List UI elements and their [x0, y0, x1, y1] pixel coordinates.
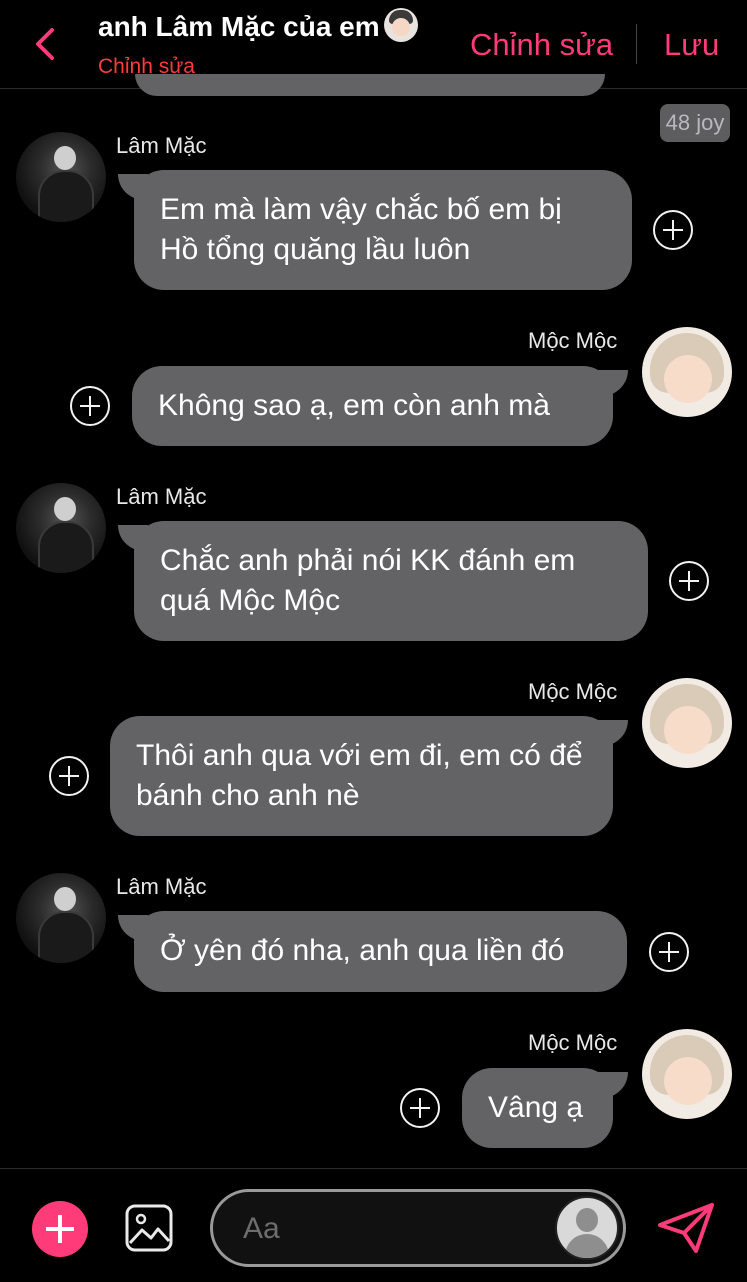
sender-name: Lâm Mặc: [116, 133, 207, 158]
avatar-lam-mac[interactable]: [16, 483, 106, 573]
avatar-lam-mac[interactable]: [16, 873, 106, 963]
avatar-moc-moc[interactable]: [642, 678, 732, 768]
sender-name: Lâm Mặc: [116, 484, 207, 509]
plus-circle-icon[interactable]: [49, 756, 89, 796]
emoji-icon: [383, 8, 418, 42]
save-button[interactable]: Lưu: [664, 27, 719, 63]
message-bubble[interactable]: Không sao ạ, em còn anh mà: [132, 366, 613, 446]
message-input-wrap[interactable]: [210, 1189, 626, 1267]
image-icon[interactable]: [124, 1203, 174, 1253]
message-bubble[interactable]: Vâng ạ: [462, 1068, 613, 1148]
back-chevron-icon[interactable]: [28, 22, 64, 66]
sender-name: Mộc Mộc: [528, 1030, 618, 1055]
add-icon[interactable]: [32, 1201, 88, 1257]
plus-circle-icon[interactable]: [400, 1088, 440, 1128]
avatar-moc-moc[interactable]: [642, 327, 732, 417]
send-icon[interactable]: [656, 1201, 716, 1255]
chat-title: anh Lâm Mặc của em: [98, 8, 418, 43]
message-bubble[interactable]: Thôi anh qua với em đi, em có để bánh ch…: [110, 716, 613, 836]
previous-message-bubble: [135, 74, 605, 96]
plus-circle-icon[interactable]: [70, 386, 110, 426]
counter-badge: 48 joy: [660, 104, 730, 142]
composer-bar: [0, 1168, 747, 1282]
plus-circle-icon[interactable]: [653, 210, 693, 250]
sender-name: Mộc Mộc: [528, 679, 618, 704]
user-avatar-icon[interactable]: [555, 1196, 619, 1260]
message-bubble[interactable]: Chắc anh phải nói KK đánh em quá Mộc Mộc: [134, 521, 648, 641]
edit-button[interactable]: Chỉnh sửa: [470, 27, 613, 63]
plus-circle-icon[interactable]: [649, 932, 689, 972]
sender-name: Lâm Mặc: [116, 874, 207, 899]
message-bubble[interactable]: Em mà làm vậy chắc bố em bị Hồ tổng quăn…: [134, 170, 632, 290]
message-input[interactable]: [241, 1206, 545, 1252]
plus-circle-icon[interactable]: [669, 561, 709, 601]
avatar-moc-moc[interactable]: [642, 1029, 732, 1119]
header-divider: [636, 24, 637, 64]
message-bubble[interactable]: Ở yên đó nha, anh qua liền đó: [134, 911, 627, 992]
sender-name: Mộc Mộc: [528, 328, 618, 353]
avatar-lam-mac[interactable]: [16, 132, 106, 222]
